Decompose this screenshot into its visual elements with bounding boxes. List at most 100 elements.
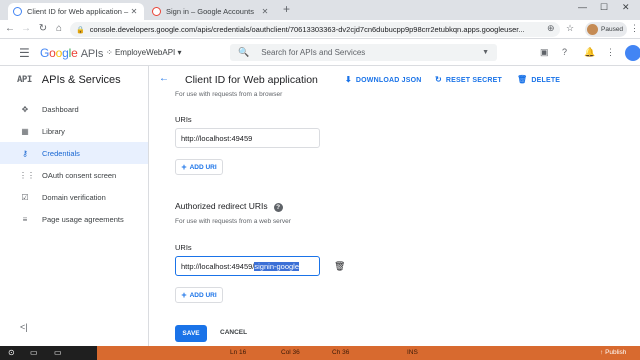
page-title: Client ID for Web application xyxy=(185,74,318,86)
sidebar-header: API APIs & Services xyxy=(0,66,148,94)
key-icon: ⚷ xyxy=(22,148,28,158)
publish-button[interactable]: ↑ Publish xyxy=(600,349,626,356)
gift-icon[interactable]: ▣ xyxy=(540,47,549,58)
sidebar-item-credentials[interactable]: ⚷ Credentials xyxy=(0,142,148,164)
forward-icon[interactable]: → xyxy=(20,23,32,34)
console-header: ☰ Google APIs ⁘ EmployeWebAPI ▾ 🔍 Search… xyxy=(0,39,640,66)
sidebar: API APIs & Services ✥ Dashboard ▦ Librar… xyxy=(0,66,149,346)
redirect-uris-title: Authorized redirect URIs? xyxy=(175,201,283,212)
google-favicon-icon xyxy=(152,7,161,16)
close-tab-icon[interactable]: ✕ xyxy=(260,7,270,16)
reload-icon[interactable]: ↻ xyxy=(37,23,49,34)
status-column: Col 36 xyxy=(281,349,300,356)
profile-button[interactable]: Paused xyxy=(585,22,627,37)
sidebar-item-library[interactable]: ▦ Library xyxy=(0,120,148,142)
sidebar-item-page-usage[interactable]: ≡ Page usage agreements xyxy=(0,208,148,230)
url-field[interactable]: 🔒 console.developers.google.com/apis/cre… xyxy=(70,22,560,37)
refresh-icon: ↻ xyxy=(435,75,442,84)
sidebar-item-label: Domain verification xyxy=(42,192,106,202)
dashboard-icon: ✥ xyxy=(21,104,29,114)
maximize-icon[interactable]: ☐ xyxy=(600,2,608,13)
add-origin-uri-button[interactable]: + ADD URI xyxy=(175,159,223,175)
search-placeholder: Search for APIs and Services xyxy=(261,48,366,57)
project-selector[interactable]: ⁘ EmployeWebAPI ▾ xyxy=(106,48,182,57)
explorer-icon[interactable]: ▭ xyxy=(30,348,38,357)
origin-uri-input[interactable]: http://localhost:49459 xyxy=(175,128,320,148)
more-vert-icon[interactable]: ⋮ xyxy=(606,47,615,58)
project-icon: ⁘ xyxy=(106,48,113,57)
browser-tab-strip: Client ID for Web application – A ✕ Sign… xyxy=(0,0,640,20)
sidebar-item-label: Library xyxy=(42,126,65,136)
help-icon[interactable]: ? xyxy=(562,47,567,57)
plus-icon: + xyxy=(181,290,187,300)
add-redirect-uri-button[interactable]: + ADD URI xyxy=(175,287,223,303)
back-icon[interactable]: ← xyxy=(4,23,16,34)
account-avatar[interactable] xyxy=(625,45,640,61)
profile-status: Paused xyxy=(601,26,624,33)
delete-uri-icon[interactable]: 🗑 xyxy=(334,261,345,272)
tab-title: Client ID for Web application – A xyxy=(27,7,129,16)
status-line: Ln 16 xyxy=(230,349,247,356)
lock-icon: 🔒 xyxy=(76,26,85,34)
delete-button[interactable]: 🗑 DELETE xyxy=(517,75,560,84)
console-icon[interactable]: ▭ xyxy=(54,348,62,357)
close-window-icon[interactable]: ✕ xyxy=(622,2,630,13)
selected-text: signin-google xyxy=(254,262,300,271)
library-icon: ▦ xyxy=(21,126,29,136)
reset-secret-button[interactable]: ↻ RESET SECRET xyxy=(435,75,502,84)
redirect-uri-input[interactable]: http://localhost:49459/signin-google xyxy=(175,256,320,276)
project-name: EmployeWebAPI xyxy=(114,48,176,57)
save-button[interactable]: SAVE xyxy=(175,325,207,342)
new-tab-icon[interactable]: + xyxy=(283,2,290,16)
redirect-uris-subtitle: For use with requests from a web server xyxy=(175,218,291,225)
sidebar-item-domain-verification[interactable]: ☑ Domain verification xyxy=(0,186,148,208)
delete-icon: 🗑 xyxy=(517,75,528,84)
home-icon[interactable]: ⌂ xyxy=(53,23,65,34)
cancel-button[interactable]: CANCEL xyxy=(220,329,247,336)
sidebar-item-oauth-consent[interactable]: ⋮⋮ OAuth consent screen xyxy=(0,164,148,186)
sidebar-nav: ✥ Dashboard ▦ Library ⚷ Credentials ⋮⋮ O… xyxy=(0,98,148,230)
sidebar-item-label: Credentials xyxy=(42,148,80,158)
search-icon: 🔍 xyxy=(238,47,250,57)
zoom-icon[interactable]: ⊕ xyxy=(547,23,555,34)
status-char: Ch 36 xyxy=(332,349,350,356)
sidebar-item-label: OAuth consent screen xyxy=(42,170,117,180)
sidebar-item-dashboard[interactable]: ✥ Dashboard xyxy=(0,98,148,120)
collapse-sidebar-icon[interactable]: <| xyxy=(20,322,28,332)
google-favicon-icon xyxy=(13,7,22,16)
browser-tab-active[interactable]: Client ID for Web application – A ✕ xyxy=(8,3,144,20)
hamburger-menu-icon[interactable]: ☰ xyxy=(19,46,30,60)
sidebar-item-label: Dashboard xyxy=(42,104,79,114)
address-bar-row: ← → ↻ ⌂ 🔒 console.developers.google.com/… xyxy=(0,20,640,39)
sidebar-item-label: Page usage agreements xyxy=(42,214,124,224)
main-content: ← Client ID for Web application ⬇ DOWNLOA… xyxy=(149,66,640,346)
back-arrow-icon[interactable]: ← xyxy=(159,73,169,84)
google-apis-logo[interactable]: Google APIs xyxy=(40,46,103,60)
api-badge: API xyxy=(17,75,32,85)
chevron-down-icon: ▾ xyxy=(177,48,182,57)
browser-tab[interactable]: Sign in – Google Accounts ✕ xyxy=(147,3,275,20)
origins-uris-label: URIs xyxy=(175,115,192,124)
help-icon[interactable]: ? xyxy=(273,203,283,212)
debug-icon[interactable]: ⊙ xyxy=(8,348,15,357)
avatar xyxy=(587,24,598,35)
tab-title: Sign in – Google Accounts xyxy=(166,7,254,16)
close-tab-icon[interactable]: ✕ xyxy=(129,7,139,16)
plus-icon: + xyxy=(181,162,187,172)
download-json-button[interactable]: ⬇ DOWNLOAD JSON xyxy=(345,75,422,84)
sidebar-title: APIs & Services xyxy=(41,74,121,86)
chevron-down-icon[interactable]: ▼ xyxy=(482,49,489,56)
checkbox-icon: ☑ xyxy=(21,192,29,202)
minimize-icon[interactable]: — xyxy=(578,2,587,12)
search-input[interactable]: 🔍 Search for APIs and Services ▼ xyxy=(230,44,497,61)
download-icon: ⬇ xyxy=(345,75,352,84)
taskbar-left: ⊙ ▭ ▭ xyxy=(0,346,97,360)
bookmark-star-icon[interactable]: ☆ xyxy=(566,23,574,34)
taskbar: ⊙ ▭ ▭ Ln 16 Col 36 Ch 36 INS ↑ Publish xyxy=(0,346,640,360)
redirect-uris-label: URIs xyxy=(175,243,192,252)
settings-list-icon: ≡ xyxy=(22,214,28,224)
url-text: console.developers.google.com/apis/crede… xyxy=(89,25,525,34)
consent-icon: ⋮⋮ xyxy=(19,170,35,180)
notifications-icon[interactable]: 🔔 xyxy=(584,47,595,58)
browser-menu-icon[interactable]: ⋮ xyxy=(630,23,639,34)
